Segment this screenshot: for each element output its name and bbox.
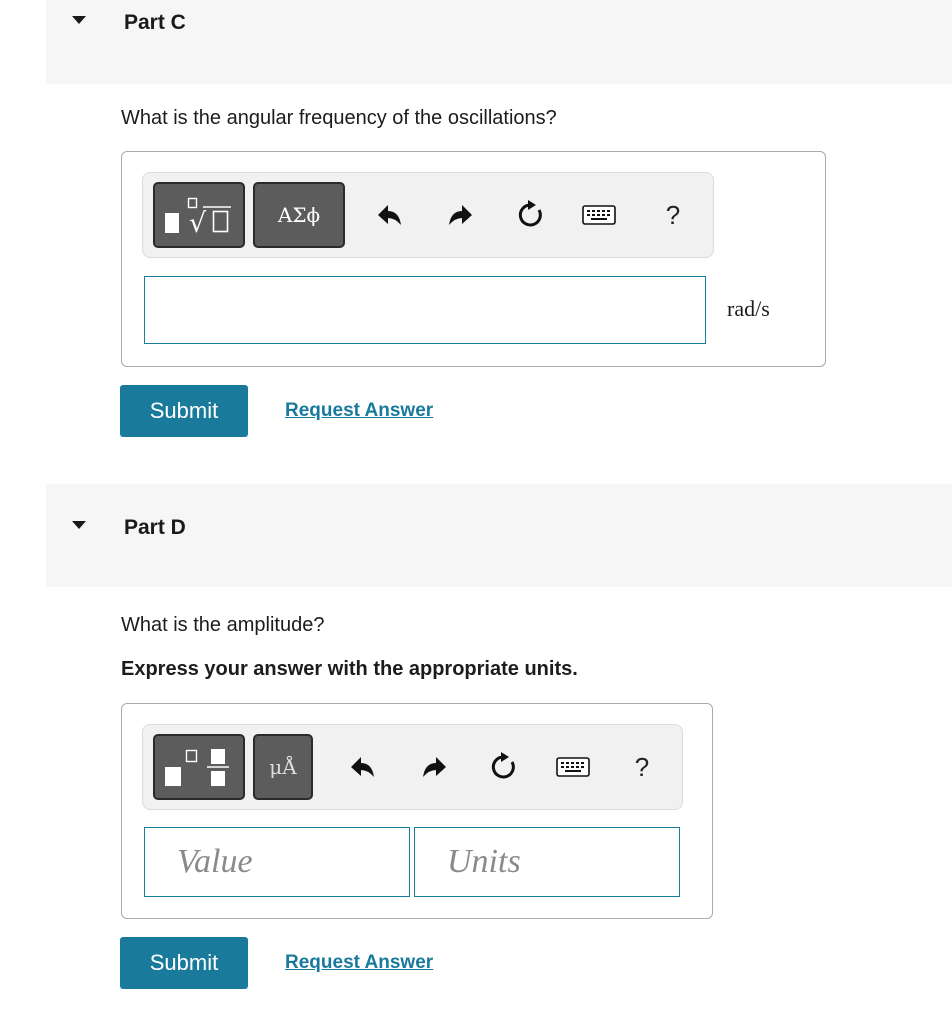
redo-icon[interactable] [415,749,455,785]
redo-icon[interactable] [441,197,481,233]
help-label: ? [634,751,650,782]
superscript-fraction-template-icon [165,749,229,786]
part-d-question: What is the amplitude? [121,614,325,636]
units-button[interactable]: μÅ [253,734,313,800]
part-c-header[interactable]: Part C [46,0,952,84]
part-d-answer-box: μÅ ? [121,703,713,919]
part-d-title: Part D [124,516,186,539]
unit-label: rad/s [727,296,770,321]
part-d-math-toolbar: μÅ ? [142,724,683,810]
part-d-submit-button[interactable]: Submit [120,937,248,989]
part-c-title: Part C [124,11,186,34]
value-input[interactable] [144,827,410,897]
undo-icon[interactable] [342,749,382,785]
answer-input[interactable] [144,276,706,344]
keyboard-icon[interactable] [579,197,619,233]
undo-icon[interactable] [369,197,409,233]
part-c-math-toolbar: √ ΑΣϕ ? [142,172,714,258]
part-d-instruction: Express your answer with the appropriate… [121,658,578,680]
help-button[interactable]: ? [622,749,662,785]
part-d-header[interactable]: Part D [46,484,952,587]
svg-text:√: √ [189,208,207,237]
part-c-submit-button[interactable]: Submit [120,385,248,437]
superscript-fraction-template-button[interactable] [153,734,245,800]
part-c-request-answer-link[interactable]: Request Answer [285,400,433,422]
keyboard-icon[interactable] [553,749,593,785]
fraction-root-template-icon: √ [165,197,231,237]
reset-icon[interactable] [510,197,550,233]
greek-symbols-button[interactable]: ΑΣϕ [253,182,345,248]
units-input[interactable] [414,827,680,897]
part-c-answer-box: √ ΑΣϕ ? rad/s [121,151,826,367]
collapse-caret-icon[interactable] [72,521,86,529]
part-d-request-answer-link[interactable]: Request Answer [285,952,433,974]
reset-icon[interactable] [483,749,523,785]
greek-symbols-label: ΑΣϕ [277,203,321,227]
help-label: ? [665,199,681,230]
fraction-root-template-button[interactable]: √ [153,182,245,248]
help-button[interactable]: ? [653,197,693,233]
part-c-question: What is the angular frequency of the osc… [121,107,557,129]
collapse-caret-icon[interactable] [72,16,86,24]
units-label: μÅ [269,755,297,779]
